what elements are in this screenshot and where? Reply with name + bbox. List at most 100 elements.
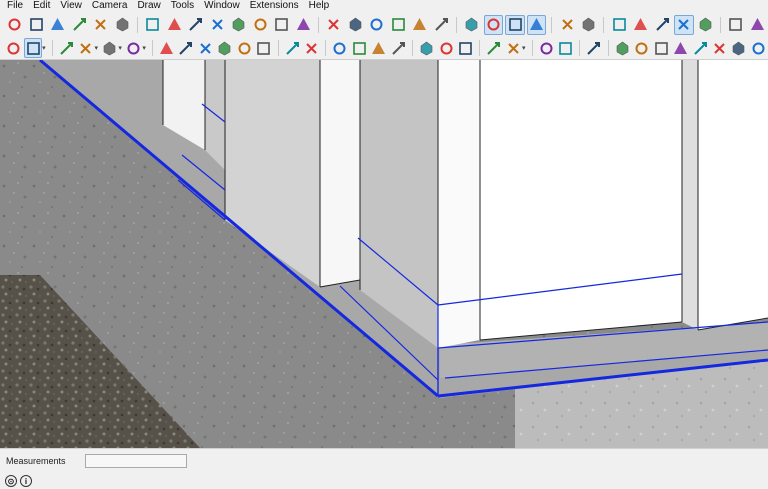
menu-extensions[interactable]: Extensions: [245, 0, 304, 12]
hidden-line-icon[interactable]: [526, 14, 547, 35]
material-icon[interactable]: [585, 38, 602, 58]
tape-measure-icon[interactable]: [303, 38, 320, 58]
parcel-icon[interactable]: [672, 38, 689, 58]
menu-view[interactable]: View: [55, 0, 87, 12]
user-icon[interactable]: [557, 38, 574, 58]
wand-icon[interactable]: [613, 38, 630, 58]
toolbar-separator: [137, 16, 139, 33]
grad-cap-icon[interactable]: [652, 38, 669, 58]
walk-icon[interactable]: [165, 15, 185, 35]
toolbar-separator: [277, 40, 279, 56]
toolbar-separator: [479, 40, 481, 56]
paint-bucket-icon[interactable]: [283, 38, 300, 58]
right-view-icon[interactable]: [389, 15, 409, 35]
position-camera-icon[interactable]: [272, 15, 292, 35]
measure-icon[interactable]: [633, 38, 650, 58]
edit-tool-icon[interactable]: [691, 38, 708, 58]
geo-status-icon[interactable]: ⊙: [5, 475, 17, 487]
extension-box-icon[interactable]: [730, 38, 747, 58]
section-plane-icon[interactable]: [143, 15, 163, 35]
chevron-down-icon[interactable]: ▾: [42, 44, 46, 52]
scale-icon[interactable]: [236, 38, 253, 58]
back-edges-icon[interactable]: [483, 14, 504, 35]
rectangle-icon[interactable]: [125, 38, 142, 58]
status-bar: Measurements ⊙ i: [0, 448, 768, 489]
axes-icon[interactable]: [91, 15, 111, 35]
toolbar-separator: [318, 16, 320, 33]
pan-refresh-icon[interactable]: [748, 15, 768, 35]
menu-help[interactable]: Help: [304, 0, 335, 12]
candelabra-icon[interactable]: [711, 38, 728, 58]
push-pull-icon[interactable]: [158, 38, 175, 58]
wireframe-icon[interactable]: [505, 14, 525, 35]
style-box-icon[interactable]: [696, 15, 716, 35]
menu-edit[interactable]: Edit: [28, 0, 55, 12]
zoom-extents-icon[interactable]: [229, 15, 249, 35]
outliner-icon[interactable]: [485, 38, 502, 58]
chevron-down-icon[interactable]: ▾: [142, 44, 146, 52]
model-scene[interactable]: [0, 60, 768, 448]
walk-person-icon[interactable]: [351, 38, 368, 58]
toolbar-separator: [603, 16, 605, 33]
monochrome-icon[interactable]: [609, 15, 629, 35]
toolbar-top: [0, 12, 768, 37]
menu-file[interactable]: File: [2, 0, 28, 12]
dimension-icon[interactable]: [70, 15, 90, 35]
look-around-icon[interactable]: [294, 15, 314, 35]
toolbar-separator: [551, 16, 553, 33]
top-view-icon[interactable]: [346, 15, 366, 35]
model-viewport[interactable]: [0, 60, 768, 448]
chevron-down-icon[interactable]: ▾: [522, 44, 526, 52]
box-icon[interactable]: [631, 15, 651, 35]
menu-draw[interactable]: Draw: [132, 0, 165, 12]
toolbar-bottom: ▾ ▾ ▾ ▾ ▾: [0, 37, 768, 60]
geo-location-icon[interactable]: [505, 38, 522, 58]
offset-icon[interactable]: [177, 38, 194, 58]
eraser-icon[interactable]: [58, 38, 75, 58]
rotate-icon[interactable]: [216, 38, 233, 58]
text-a-icon[interactable]: [113, 15, 133, 35]
dropper-icon[interactable]: [5, 15, 25, 35]
zoom-fit-icon[interactable]: [390, 38, 407, 58]
previous-view-icon[interactable]: [251, 15, 271, 35]
measurements-input[interactable]: [85, 454, 187, 468]
component-select-icon[interactable]: [27, 15, 47, 35]
toolbar-separator: [51, 40, 53, 56]
triangle-warning-icon[interactable]: [255, 38, 272, 58]
zoom-window-icon[interactable]: [208, 15, 228, 35]
menu-camera[interactable]: Camera: [87, 0, 133, 12]
sandbox-drape-icon[interactable]: [437, 38, 454, 58]
toolbar-separator: [579, 40, 581, 56]
pencil-icon[interactable]: [77, 38, 94, 58]
solid-box-icon[interactable]: [652, 15, 672, 35]
sandbox-icon[interactable]: [418, 38, 435, 58]
back-view-icon[interactable]: [410, 15, 430, 35]
iso-view-icon[interactable]: [324, 15, 344, 35]
toolbar-separator: [531, 40, 533, 56]
select-arrow-icon[interactable]: [24, 38, 43, 58]
magnifier-icon[interactable]: [370, 38, 387, 58]
zoom-icon[interactable]: [186, 15, 206, 35]
chevron-down-icon[interactable]: ▾: [94, 44, 98, 52]
move-icon[interactable]: [197, 38, 214, 58]
chevron-down-icon[interactable]: ▾: [118, 44, 122, 52]
toolbar-separator: [411, 40, 413, 56]
arc-icon[interactable]: [101, 38, 118, 58]
measurements-label: Measurements: [6, 456, 66, 466]
menu-tools[interactable]: Tools: [166, 0, 199, 12]
textured-box-icon[interactable]: [673, 14, 694, 35]
follow-me-icon[interactable]: [48, 15, 68, 35]
shaded-textures-icon[interactable]: [579, 15, 599, 35]
orbit-icon[interactable]: [726, 15, 746, 35]
left-view-icon[interactable]: [432, 15, 452, 35]
info-icon[interactable]: i: [20, 475, 32, 487]
front-view-icon[interactable]: [367, 15, 387, 35]
new-page-icon[interactable]: [537, 38, 554, 58]
section-icon[interactable]: [331, 38, 348, 58]
layers-icon[interactable]: [457, 38, 474, 58]
extension-gear-icon[interactable]: [750, 38, 767, 58]
shaded-icon[interactable]: [557, 15, 577, 35]
search-icon[interactable]: [5, 38, 22, 58]
menu-window[interactable]: Window: [199, 0, 245, 12]
xray-icon[interactable]: [462, 15, 482, 35]
